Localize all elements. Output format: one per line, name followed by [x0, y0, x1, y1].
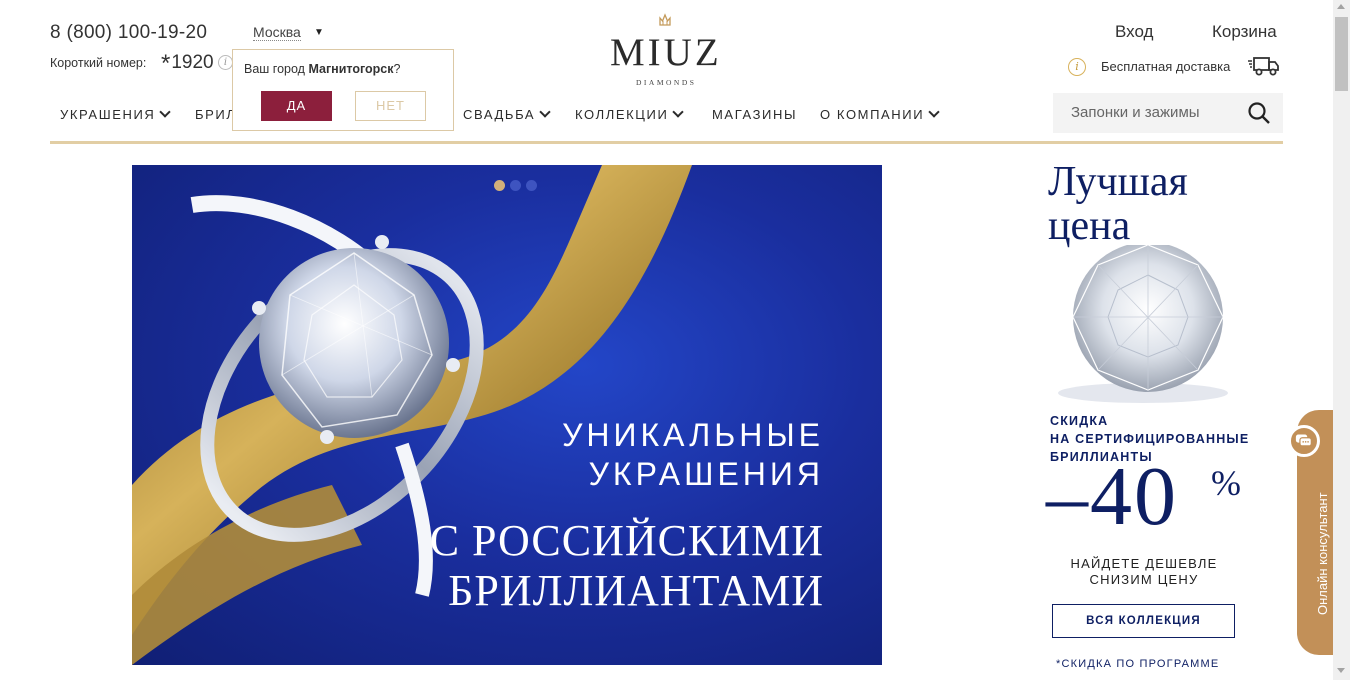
- city-confirm-popup: Ваш город Магнитогорск? ДА НЕТ: [232, 49, 454, 131]
- logo-subtitle: DIAMONDS: [636, 78, 697, 87]
- scrollbar[interactable]: [1333, 0, 1350, 680]
- promo-sub-line-1: СКИДКА: [1050, 414, 1109, 428]
- diamond-image: [1058, 245, 1228, 403]
- nav-item-collections[interactable]: КОЛЛЕКЦИИ: [575, 106, 685, 122]
- nav-item-stores[interactable]: МАГАЗИНЫ: [712, 107, 797, 122]
- nav-item-jewelry[interactable]: УКРАШЕНИЯ: [60, 106, 172, 122]
- slider-dot[interactable]: [526, 180, 537, 191]
- logo-title[interactable]: MIUZ: [610, 33, 722, 73]
- slider-dots: [494, 180, 537, 191]
- banner-line-4: БРИЛЛИАНТАМИ: [448, 566, 824, 615]
- chevron-down-icon: [159, 106, 172, 118]
- promo-footnote: *СКИДКА ПО ПРОГРАММЕ: [1056, 658, 1220, 670]
- slider-dot[interactable]: [494, 180, 505, 191]
- chat-bubble-icon[interactable]: [1288, 425, 1320, 457]
- truck-icon: [1248, 57, 1279, 76]
- short-number-star: *: [161, 50, 171, 77]
- nav-item-about[interactable]: О КОМПАНИИ: [820, 106, 940, 122]
- promo-price-match: НАЙДЕТЕ ДЕШЕВЛЕ СНИЗИМ ЦЕНУ: [1044, 556, 1244, 588]
- chevron-down-icon: [928, 106, 940, 118]
- all-collection-button[interactable]: ВСЯ КОЛЛЕКЦИЯ: [1052, 604, 1235, 638]
- short-number-label: Короткий номер:: [50, 56, 147, 70]
- short-number-value: 1920: [171, 52, 214, 73]
- nav-item-about-label: О КОМПАНИИ: [820, 107, 925, 122]
- hero-banner[interactable]: УНИКАЛЬНЫЕ УКРАШЕНИЯ С РОССИЙСКИМИ БРИЛЛ…: [132, 165, 882, 665]
- promo-cheaper-line-2: СНИЗИМ ЦЕНУ: [1089, 572, 1199, 587]
- chevron-down-icon: [672, 106, 685, 118]
- search-icon[interactable]: [1247, 101, 1271, 125]
- promo-title-line-1: Лучшая: [1048, 159, 1188, 205]
- short-number: *1920: [161, 47, 214, 77]
- nav-item-jewelry-label: УКРАШЕНИЯ: [60, 107, 156, 122]
- nav-item-collections-label: КОЛЛЕКЦИИ: [575, 107, 669, 122]
- promo-discount: –40: [1046, 450, 1178, 543]
- short-number-info-icon[interactable]: i: [218, 55, 233, 70]
- banner-line-2: УКРАШЕНИЯ: [588, 456, 824, 492]
- nav-item-wedding-label: СВАДЬБА: [463, 107, 536, 122]
- promo-title-line-2: цена: [1048, 203, 1131, 249]
- city-yes-button[interactable]: ДА: [261, 91, 332, 121]
- online-consultant-label[interactable]: Онлайн консультант: [1315, 492, 1330, 615]
- logo-crown-icon: [659, 13, 671, 26]
- nav-item-wedding[interactable]: СВАДЬБА: [463, 106, 551, 122]
- promo-sub-line-2: НА СЕРТИФИЦИРОВАННЫЕ: [1050, 432, 1250, 446]
- promo-cheaper-line-1: НАЙДЕТЕ ДЕШЕВЛЕ: [1070, 556, 1218, 571]
- promo-percent-sign: %: [1211, 463, 1241, 503]
- banner-line-3: С РОССИЙСКИМИ: [429, 516, 824, 565]
- phone-number[interactable]: 8 (800) 100-19-20: [50, 22, 207, 44]
- nav-item-stores-label: МАГАЗИНЫ: [712, 107, 798, 122]
- scroll-down-arrow-icon[interactable]: [1337, 668, 1345, 673]
- promo-title: Лучшая цена: [1048, 160, 1188, 248]
- city-question-suffix: ?: [393, 62, 401, 76]
- city-question: Ваш город Магнитогорск?: [244, 62, 400, 76]
- city-no-button[interactable]: НЕТ: [355, 91, 426, 121]
- scrollbar-thumb[interactable]: [1335, 17, 1348, 91]
- banner-line-1: УНИКАЛЬНЫЕ: [562, 417, 824, 453]
- slider-dot[interactable]: [510, 180, 521, 191]
- city-dropdown-arrow-icon[interactable]: ▼: [314, 27, 324, 38]
- delivery-info-icon[interactable]: i: [1068, 58, 1086, 76]
- chevron-down-icon: [539, 106, 551, 118]
- nav-item-diamonds-label: БРИЛ: [195, 107, 237, 122]
- city-question-prefix: Ваш город: [244, 62, 309, 76]
- nav-item-diamonds[interactable]: БРИЛ: [195, 107, 236, 122]
- cart-link[interactable]: Корзина: [1212, 22, 1277, 42]
- city-question-city: Магнитогорск: [308, 62, 394, 76]
- city-selector[interactable]: Москва: [253, 24, 301, 41]
- scroll-up-arrow-icon[interactable]: [1337, 4, 1345, 9]
- header-divider: [50, 141, 1283, 144]
- search-placeholder: Запонки и зажимы: [1071, 104, 1200, 121]
- login-link[interactable]: Вход: [1115, 22, 1153, 42]
- free-delivery-text[interactable]: Бесплатная доставка: [1101, 59, 1230, 74]
